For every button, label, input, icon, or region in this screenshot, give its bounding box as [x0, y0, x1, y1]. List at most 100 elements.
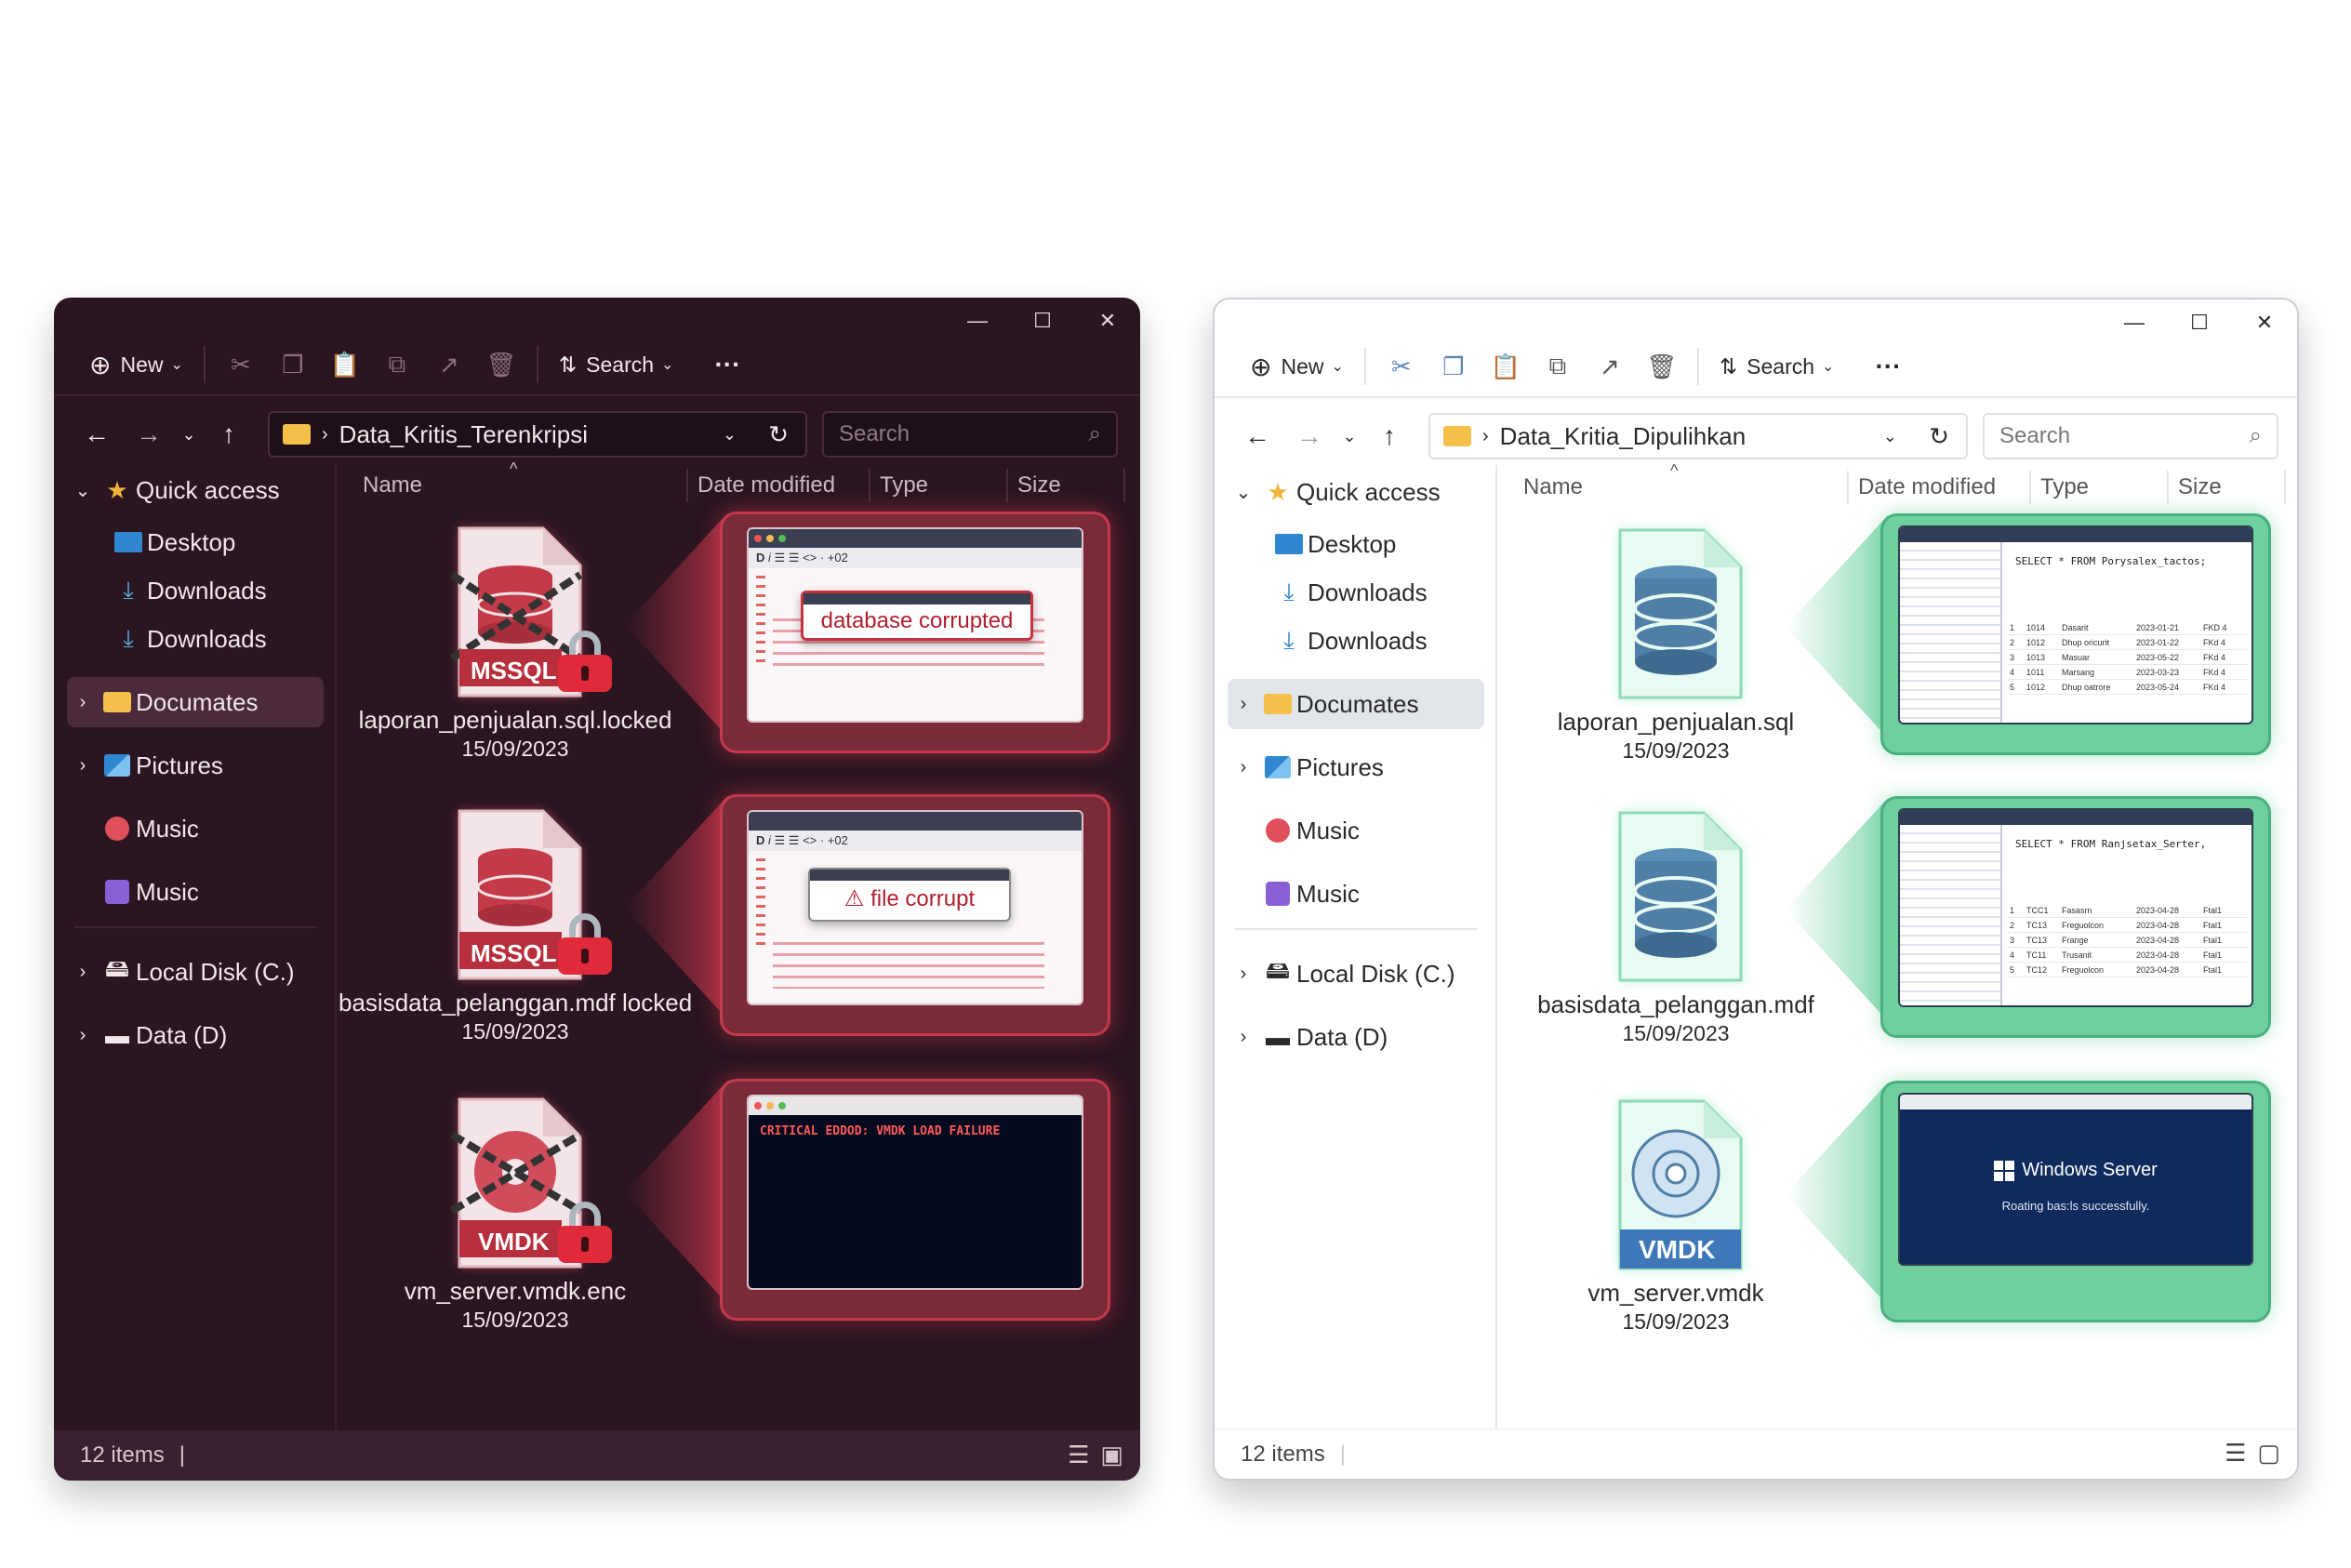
rename-icon[interactable]: ⧉ — [1532, 343, 1584, 390]
pictures-icon — [99, 754, 136, 777]
sort-label: Search — [586, 352, 655, 377]
sql-management-preview: SELECT * FROM Porysalex_tactos; 1 1014 Das… — [1898, 525, 2253, 724]
details-view-icon[interactable]: ☰ — [2225, 1439, 2246, 1468]
file-name: laporan_penjualan.sql — [1557, 708, 1795, 736]
back-arrow-icon[interactable]: ← — [1231, 413, 1283, 459]
error-dialog: ⚠ file corrupt — [808, 868, 1011, 922]
sidebar-item-quick-access[interactable]: ⌄ ★ Quick access — [1228, 467, 1484, 517]
sidebar-item-downloads[interactable]: ⤓ Downloads — [1228, 567, 1484, 618]
locked-disk-image-file-icon: VMDK — [441, 1090, 612, 1276]
cut-icon[interactable]: ✂ — [215, 341, 267, 388]
up-arrow-icon[interactable]: ↑ — [1363, 413, 1415, 459]
sidebar-item-desktop[interactable]: Desktop — [67, 517, 324, 567]
delete-icon[interactable]: 🗑 — [475, 341, 527, 388]
details-view-icon[interactable]: ☰ — [1068, 1441, 1089, 1469]
sidebar-item-downloads-2[interactable]: ⤓ Downloads — [67, 614, 324, 664]
share-icon[interactable]: ↗ — [423, 341, 475, 388]
more-button[interactable]: ··· — [1864, 343, 1912, 390]
recent-chevron-icon[interactable]: ⌄ — [1335, 413, 1363, 459]
file-item[interactable]: MSSQL laporan_penjualan.sql.locked 15/09… — [339, 519, 692, 763]
sidebar-item-pictures[interactable]: › Pictures — [67, 740, 324, 791]
file-date: 15/09/2023 — [1622, 1021, 1730, 1045]
cut-icon[interactable]: ✂ — [1375, 343, 1428, 390]
column-size[interactable]: Size — [2178, 474, 2222, 500]
file-badge: VMDK — [1639, 1235, 1716, 1264]
back-arrow-icon[interactable]: ← — [71, 411, 123, 458]
sort-button[interactable]: ⇅ Search ⌄ — [548, 341, 685, 388]
sql-editor-preview: D i ☰ ☰ <> · +02 database corrupted — [747, 527, 1083, 723]
new-button[interactable]: ⊕ New ⌄ — [1239, 343, 1355, 390]
sidebar-item-local-disk[interactable]: › 🖴 Local Disk (C.) — [1228, 949, 1484, 999]
file-item[interactable]: MSSQL basisdata_pelanggan.mdf locked 15/… — [339, 802, 692, 1045]
sidebar-item-videos[interactable]: Music — [1228, 869, 1484, 919]
copy-icon[interactable]: ❐ — [267, 341, 319, 388]
sidebar-item-desktop[interactable]: Desktop — [1228, 519, 1484, 569]
address-path: Data_Kritis_Terenkripsi — [339, 419, 588, 448]
sidebar-item-music[interactable]: Music — [67, 804, 324, 854]
download-icon: ⤓ — [1283, 626, 1295, 654]
sidebar-item-videos[interactable]: Music — [67, 867, 324, 917]
forward-arrow-icon[interactable]: → — [123, 411, 175, 458]
plus-circle-icon: ⊕ — [1250, 352, 1272, 381]
rename-icon[interactable]: ⧉ — [371, 341, 423, 388]
toolbar-text: <> · +02 — [803, 833, 848, 847]
address-bar[interactable]: › Data_Kritis_Terenkripsi ⌄ ↻ — [268, 411, 807, 458]
share-icon[interactable]: ↗ — [1584, 343, 1636, 390]
file-item[interactable]: VMDK vm_server.vmdk.enc 15/09/2023 — [339, 1090, 692, 1334]
refresh-icon[interactable]: ↻ — [1929, 422, 1949, 451]
file-item[interactable]: VMDK vm_server.vmdk 15/09/2023 — [1499, 1092, 1853, 1335]
column-name[interactable]: Name — [1523, 474, 1583, 500]
table-cell: Ftal1 — [2203, 936, 2223, 945]
paste-icon[interactable]: 📋 — [1480, 343, 1532, 390]
sidebar-item-documates[interactable]: › Documates — [1228, 679, 1484, 729]
column-type[interactable]: Type — [880, 472, 928, 498]
recent-chevron-icon[interactable]: ⌄ — [175, 411, 203, 458]
sidebar-item-quick-access[interactable]: ⌄ ★ Quick access — [67, 465, 324, 515]
navigation-pane: ⌄ ★ Quick access Desktop ⤓ Downloads ⤓ Downl… — [54, 463, 335, 1430]
chevron-right-icon: › — [79, 1024, 86, 1045]
refresh-icon[interactable]: ↻ — [768, 420, 789, 449]
file-item[interactable]: basisdata_pelanggan.mdf 15/09/2023 — [1499, 804, 1853, 1047]
new-button[interactable]: ⊕ New ⌄ — [78, 341, 194, 388]
sort-button[interactable]: ⇅ Search ⌄ — [1708, 343, 1846, 390]
sidebar-label: Local Disk (C.) — [136, 957, 295, 986]
address-dropdown-icon[interactable]: ⌄ — [723, 425, 737, 445]
sidebar-item-local-disk[interactable]: › 🖴 Local Disk (C.) — [67, 947, 324, 997]
search-box[interactable]: Search ⌕ — [822, 411, 1118, 458]
sidebar-item-downloads[interactable]: ⤓ Downloads — [67, 565, 324, 616]
sidebar-item-documates[interactable]: › Documates — [67, 677, 324, 727]
column-size[interactable]: Size — [1017, 472, 1061, 498]
column-type[interactable]: Type — [2040, 474, 2089, 500]
disk-image-file-icon: VMDK — [1601, 1092, 1750, 1278]
sort-label: Search — [1747, 353, 1815, 379]
chevron-down-icon: ⌄ — [661, 357, 674, 373]
sidebar-item-data-d[interactable]: › ▬ Data (D) — [1228, 1012, 1484, 1062]
up-arrow-icon[interactable]: ↑ — [203, 411, 255, 458]
sidebar-item-music[interactable]: Music — [1228, 805, 1484, 856]
folder-icon — [283, 424, 311, 445]
more-button[interactable]: ··· — [703, 341, 751, 388]
result-grid: 1 1014 Dasarit 2023-01-21 FKD 4 2 1012 Dhup ori… — [2008, 620, 2248, 695]
table-cell: 2 — [2010, 921, 2015, 930]
tiles-view-icon[interactable]: ▣ — [1100, 1441, 1123, 1469]
copy-icon[interactable]: ❐ — [1428, 343, 1480, 390]
column-name[interactable]: Name — [363, 472, 422, 498]
table-row: 4 1011 Marsang 2023-03-23 FKd 4 — [2008, 665, 2248, 680]
search-box[interactable]: Search ⌕ — [1983, 413, 2278, 459]
sidebar-item-data-d[interactable]: › ▬ Data (D) — [67, 1010, 324, 1060]
paste-icon[interactable]: 📋 — [319, 341, 371, 388]
column-date[interactable]: Date modified — [1858, 474, 1996, 500]
sidebar-item-pictures[interactable]: › Pictures — [1228, 742, 1484, 792]
sidebar-label: Music — [136, 814, 199, 843]
tiles-view-icon[interactable]: ▢ — [2257, 1439, 2280, 1468]
address-dropdown-icon[interactable]: ⌄ — [1883, 427, 1897, 446]
file-item[interactable]: laporan_penjualan.sql 15/09/2023 — [1499, 521, 1853, 764]
address-bar[interactable]: › Data_Kritia_Dipulihkan ⌄ ↻ — [1428, 413, 1968, 459]
forward-arrow-icon[interactable]: → — [1283, 413, 1335, 459]
delete-icon[interactable]: 🗑 — [1636, 343, 1688, 390]
sidebar-item-downloads-2[interactable]: ⤓ Downloads — [1228, 616, 1484, 666]
table-cell: 1 — [2010, 906, 2015, 915]
console-preview: CRITICAL EDDOD: VMDK LOAD FAILURE — [747, 1095, 1083, 1290]
column-date[interactable]: Date modified — [697, 472, 835, 498]
pictures-icon — [1259, 756, 1296, 778]
